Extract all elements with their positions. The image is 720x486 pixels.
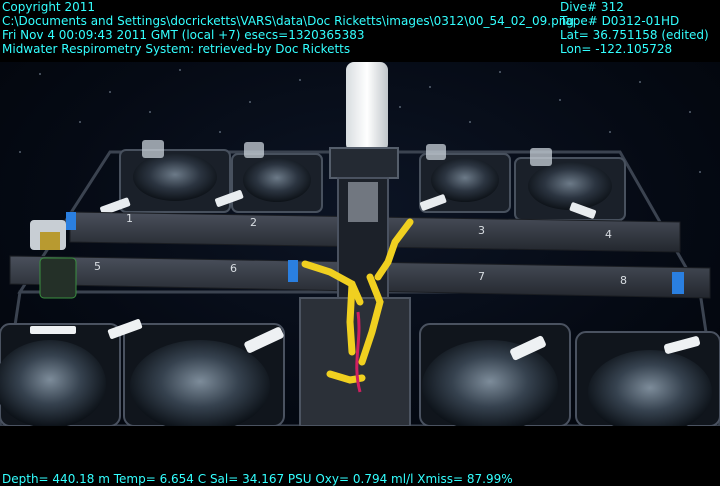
chamber-label-5: 5	[94, 260, 101, 273]
dive-number: Dive# 312	[560, 0, 624, 14]
respirometry-system-illustration: 1 2 3 4 5 6 7 8	[0, 62, 720, 426]
latitude: Lat= 36.751158 (edited)	[560, 28, 709, 42]
copyright-line: Copyright 2011	[2, 0, 95, 14]
chamber-label-7: 7	[478, 270, 485, 283]
chamber-label-8: 8	[620, 274, 627, 287]
image-path-line: C:\Documents and Settings\docricketts\VA…	[2, 14, 574, 28]
header-info-right: Dive# 312 Tape# D0312-01HD Lat= 36.75115…	[560, 0, 709, 56]
longitude: Lon= -122.105728	[560, 42, 673, 56]
chamber-label-1: 1	[126, 212, 133, 225]
timestamp-line: Fri Nov 4 00:09:43 2011 GMT (local +7) e…	[2, 28, 365, 42]
header-info-left: Copyright 2011 C:\Documents and Settings…	[2, 0, 574, 56]
chamber-label-2: 2	[250, 216, 257, 229]
underwater-scene: 1 2 3 4 5 6 7 8	[0, 62, 720, 426]
caption-line: Midwater Respirometry System: retrieved-…	[2, 42, 351, 56]
chamber-label-3: 3	[478, 224, 485, 237]
telemetry-footer: Depth= 440.18 m Temp= 6.654 C Sal= 34.16…	[2, 472, 513, 486]
tape-number: Tape# D0312-01HD	[560, 14, 680, 28]
chamber-label-6: 6	[230, 262, 237, 275]
chamber-label-4: 4	[605, 228, 612, 241]
